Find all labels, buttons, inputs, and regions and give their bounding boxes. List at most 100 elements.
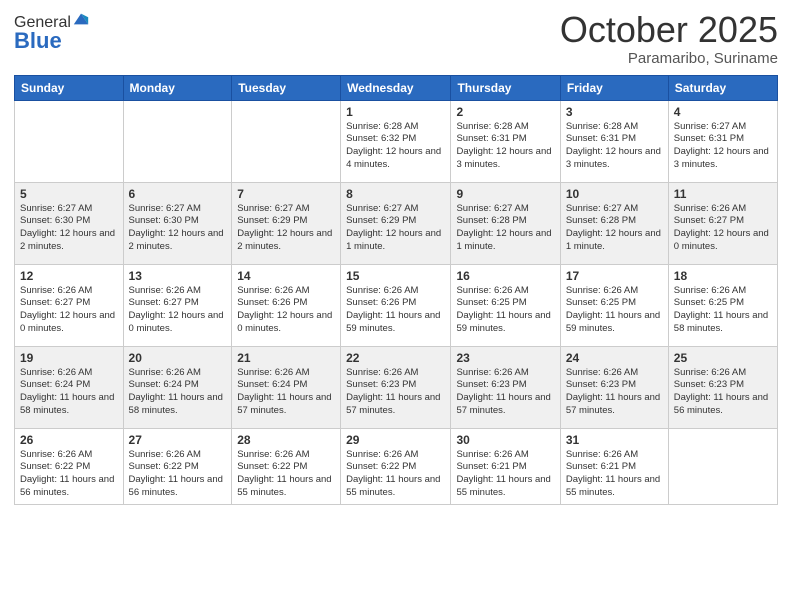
col-tuesday: Tuesday — [232, 75, 341, 100]
calendar-cell: 5Sunrise: 6:27 AM Sunset: 6:30 PM Daylig… — [15, 182, 124, 264]
day-detail: Sunrise: 6:27 AM Sunset: 6:31 PM Dayligh… — [674, 121, 772, 172]
day-detail: Sunrise: 6:26 AM Sunset: 6:24 PM Dayligh… — [20, 367, 118, 418]
day-number: 23 — [456, 351, 554, 365]
day-number: 17 — [566, 269, 663, 283]
day-detail: Sunrise: 6:26 AM Sunset: 6:23 PM Dayligh… — [674, 367, 772, 418]
day-detail: Sunrise: 6:28 AM Sunset: 6:31 PM Dayligh… — [566, 121, 663, 172]
calendar-cell: 16 Sunrise: 6:26 AM Sunset: 6:25 PM Dayli… — [451, 264, 560, 346]
day-number: 27 — [129, 433, 227, 447]
calendar-cell: 20Sunrise: 6:26 AM Sunset: 6:24 PM Dayli… — [123, 346, 232, 428]
month-title: October 2025 — [560, 10, 778, 50]
day-number: 30 — [456, 433, 554, 447]
day-number: 25 — [674, 351, 772, 365]
day-number: 22 — [346, 351, 445, 365]
calendar-cell: 11 Sunrise: 6:26 AM Sunset: 6:27 PM Dayli… — [668, 182, 777, 264]
calendar-cell: 18Sunrise: 6:26 AM Sunset: 6:25 PM Dayli… — [668, 264, 777, 346]
day-detail: Sunrise: 6:27 AM Sunset: 6:28 PM Dayligh… — [456, 203, 554, 254]
day-detail: Sunrise: 6:26 AM Sunset: 6:22 PM Dayligh… — [129, 449, 227, 500]
day-number: 8 — [346, 187, 445, 201]
logo: General Blue — [14, 14, 90, 54]
day-detail: Sunrise: 6:26 AM Sunset: 6:26 PM Dayligh… — [237, 285, 335, 336]
calendar-cell: 25 Sunrise: 6:26 AM Sunset: 6:23 PM Dayli… — [668, 346, 777, 428]
day-detail: Sunrise: 6:27 AM Sunset: 6:29 PM Dayligh… — [237, 203, 335, 254]
calendar-cell: 2 Sunrise: 6:28 AM Sunset: 6:31 PM Daylig… — [451, 100, 560, 182]
calendar-cell: 4 Sunrise: 6:27 AM Sunset: 6:31 PM Daylig… — [668, 100, 777, 182]
day-number: 2 — [456, 105, 554, 119]
day-detail: Sunrise: 6:26 AM Sunset: 6:26 PM Dayligh… — [346, 285, 445, 336]
day-detail: Sunrise: 6:26 AM Sunset: 6:21 PM Dayligh… — [456, 449, 554, 500]
calendar-header-row: Sunday Monday Tuesday Wednesday Thursday… — [15, 75, 778, 100]
header: General Blue October 2025 Paramaribo, Su… — [14, 10, 778, 67]
day-number: 24 — [566, 351, 663, 365]
calendar-cell: 19 Sunrise: 6:26 AM Sunset: 6:24 PM Dayli… — [15, 346, 124, 428]
day-detail: Sunrise: 6:26 AM Sunset: 6:22 PM Dayligh… — [237, 449, 335, 500]
day-number: 19 — [20, 351, 118, 365]
calendar-cell: 15 Sunrise: 6:26 AM Sunset: 6:26 PM Dayli… — [341, 264, 451, 346]
title-block: October 2025 Paramaribo, Suriname — [560, 10, 778, 67]
calendar-cell: 10Sunrise: 6:27 AM Sunset: 6:28 PM Dayli… — [560, 182, 668, 264]
day-detail: Sunrise: 6:26 AM Sunset: 6:22 PM Dayligh… — [20, 449, 118, 500]
col-friday: Friday — [560, 75, 668, 100]
calendar-cell — [668, 428, 777, 504]
logo-icon — [72, 10, 90, 28]
day-number: 13 — [129, 269, 227, 283]
day-detail: Sunrise: 6:26 AM Sunset: 6:25 PM Dayligh… — [674, 285, 772, 336]
day-number: 5 — [20, 187, 118, 201]
day-number: 4 — [674, 105, 772, 119]
calendar-week-2: 5Sunrise: 6:27 AM Sunset: 6:30 PM Daylig… — [15, 182, 778, 264]
col-thursday: Thursday — [451, 75, 560, 100]
calendar-cell: 26 Sunrise: 6:26 AM Sunset: 6:22 PM Dayli… — [15, 428, 124, 504]
calendar-week-5: 26 Sunrise: 6:26 AM Sunset: 6:22 PM Dayli… — [15, 428, 778, 504]
day-number: 28 — [237, 433, 335, 447]
location-subtitle: Paramaribo, Suriname — [560, 50, 778, 67]
day-number: 6 — [129, 187, 227, 201]
calendar-table: Sunday Monday Tuesday Wednesday Thursday… — [14, 75, 778, 505]
day-detail: Sunrise: 6:26 AM Sunset: 6:25 PM Dayligh… — [456, 285, 554, 336]
day-detail: Sunrise: 6:26 AM Sunset: 6:27 PM Dayligh… — [674, 203, 772, 254]
calendar-cell: 13Sunrise: 6:26 AM Sunset: 6:27 PM Dayli… — [123, 264, 232, 346]
day-detail: Sunrise: 6:27 AM Sunset: 6:29 PM Dayligh… — [346, 203, 445, 254]
calendar-cell: 7 Sunrise: 6:27 AM Sunset: 6:29 PM Daylig… — [232, 182, 341, 264]
calendar-cell: 30 Sunrise: 6:26 AM Sunset: 6:21 PM Dayli… — [451, 428, 560, 504]
day-detail: Sunrise: 6:28 AM Sunset: 6:32 PM Dayligh… — [346, 121, 445, 172]
day-number: 7 — [237, 187, 335, 201]
day-detail: Sunrise: 6:26 AM Sunset: 6:24 PM Dayligh… — [129, 367, 227, 418]
day-detail: Sunrise: 6:26 AM Sunset: 6:24 PM Dayligh… — [237, 367, 335, 418]
calendar-cell: 1Sunrise: 6:28 AM Sunset: 6:32 PM Daylig… — [341, 100, 451, 182]
calendar-cell: 12 Sunrise: 6:26 AM Sunset: 6:27 PM Dayli… — [15, 264, 124, 346]
page: General Blue October 2025 Paramaribo, Su… — [0, 0, 792, 612]
calendar-cell: 31 Sunrise: 6:26 AM Sunset: 6:21 PM Dayli… — [560, 428, 668, 504]
col-wednesday: Wednesday — [341, 75, 451, 100]
day-number: 9 — [456, 187, 554, 201]
calendar-cell — [123, 100, 232, 182]
col-saturday: Saturday — [668, 75, 777, 100]
col-sunday: Sunday — [15, 75, 124, 100]
calendar-cell: 29Sunrise: 6:26 AM Sunset: 6:22 PM Dayli… — [341, 428, 451, 504]
calendar-cell: 22 Sunrise: 6:26 AM Sunset: 6:23 PM Dayli… — [341, 346, 451, 428]
day-number: 15 — [346, 269, 445, 283]
day-number: 12 — [20, 269, 118, 283]
day-number: 31 — [566, 433, 663, 447]
calendar-cell: 21Sunrise: 6:26 AM Sunset: 6:24 PM Dayli… — [232, 346, 341, 428]
day-number: 3 — [566, 105, 663, 119]
day-detail: Sunrise: 6:26 AM Sunset: 6:27 PM Dayligh… — [20, 285, 118, 336]
calendar-cell: 3 Sunrise: 6:28 AM Sunset: 6:31 PM Daylig… — [560, 100, 668, 182]
day-number: 16 — [456, 269, 554, 283]
calendar-week-4: 19 Sunrise: 6:26 AM Sunset: 6:24 PM Dayli… — [15, 346, 778, 428]
day-detail: Sunrise: 6:26 AM Sunset: 6:21 PM Dayligh… — [566, 449, 663, 500]
calendar-cell: 9 Sunrise: 6:27 AM Sunset: 6:28 PM Daylig… — [451, 182, 560, 264]
day-number: 29 — [346, 433, 445, 447]
day-detail: Sunrise: 6:28 AM Sunset: 6:31 PM Dayligh… — [456, 121, 554, 172]
day-detail: Sunrise: 6:26 AM Sunset: 6:25 PM Dayligh… — [566, 285, 663, 336]
calendar-cell: 28 Sunrise: 6:26 AM Sunset: 6:22 PM Dayli… — [232, 428, 341, 504]
calendar-cell: 23Sunrise: 6:26 AM Sunset: 6:23 PM Dayli… — [451, 346, 560, 428]
day-detail: Sunrise: 6:26 AM Sunset: 6:23 PM Dayligh… — [346, 367, 445, 418]
day-number: 26 — [20, 433, 118, 447]
logo-blue-text: Blue — [14, 28, 90, 54]
calendar-cell — [232, 100, 341, 182]
calendar-cell: 27 Sunrise: 6:26 AM Sunset: 6:22 PM Dayli… — [123, 428, 232, 504]
calendar-cell: 24 Sunrise: 6:26 AM Sunset: 6:23 PM Dayli… — [560, 346, 668, 428]
day-number: 11 — [674, 187, 772, 201]
day-detail: Sunrise: 6:26 AM Sunset: 6:23 PM Dayligh… — [566, 367, 663, 418]
calendar-cell: 6Sunrise: 6:27 AM Sunset: 6:30 PM Daylig… — [123, 182, 232, 264]
